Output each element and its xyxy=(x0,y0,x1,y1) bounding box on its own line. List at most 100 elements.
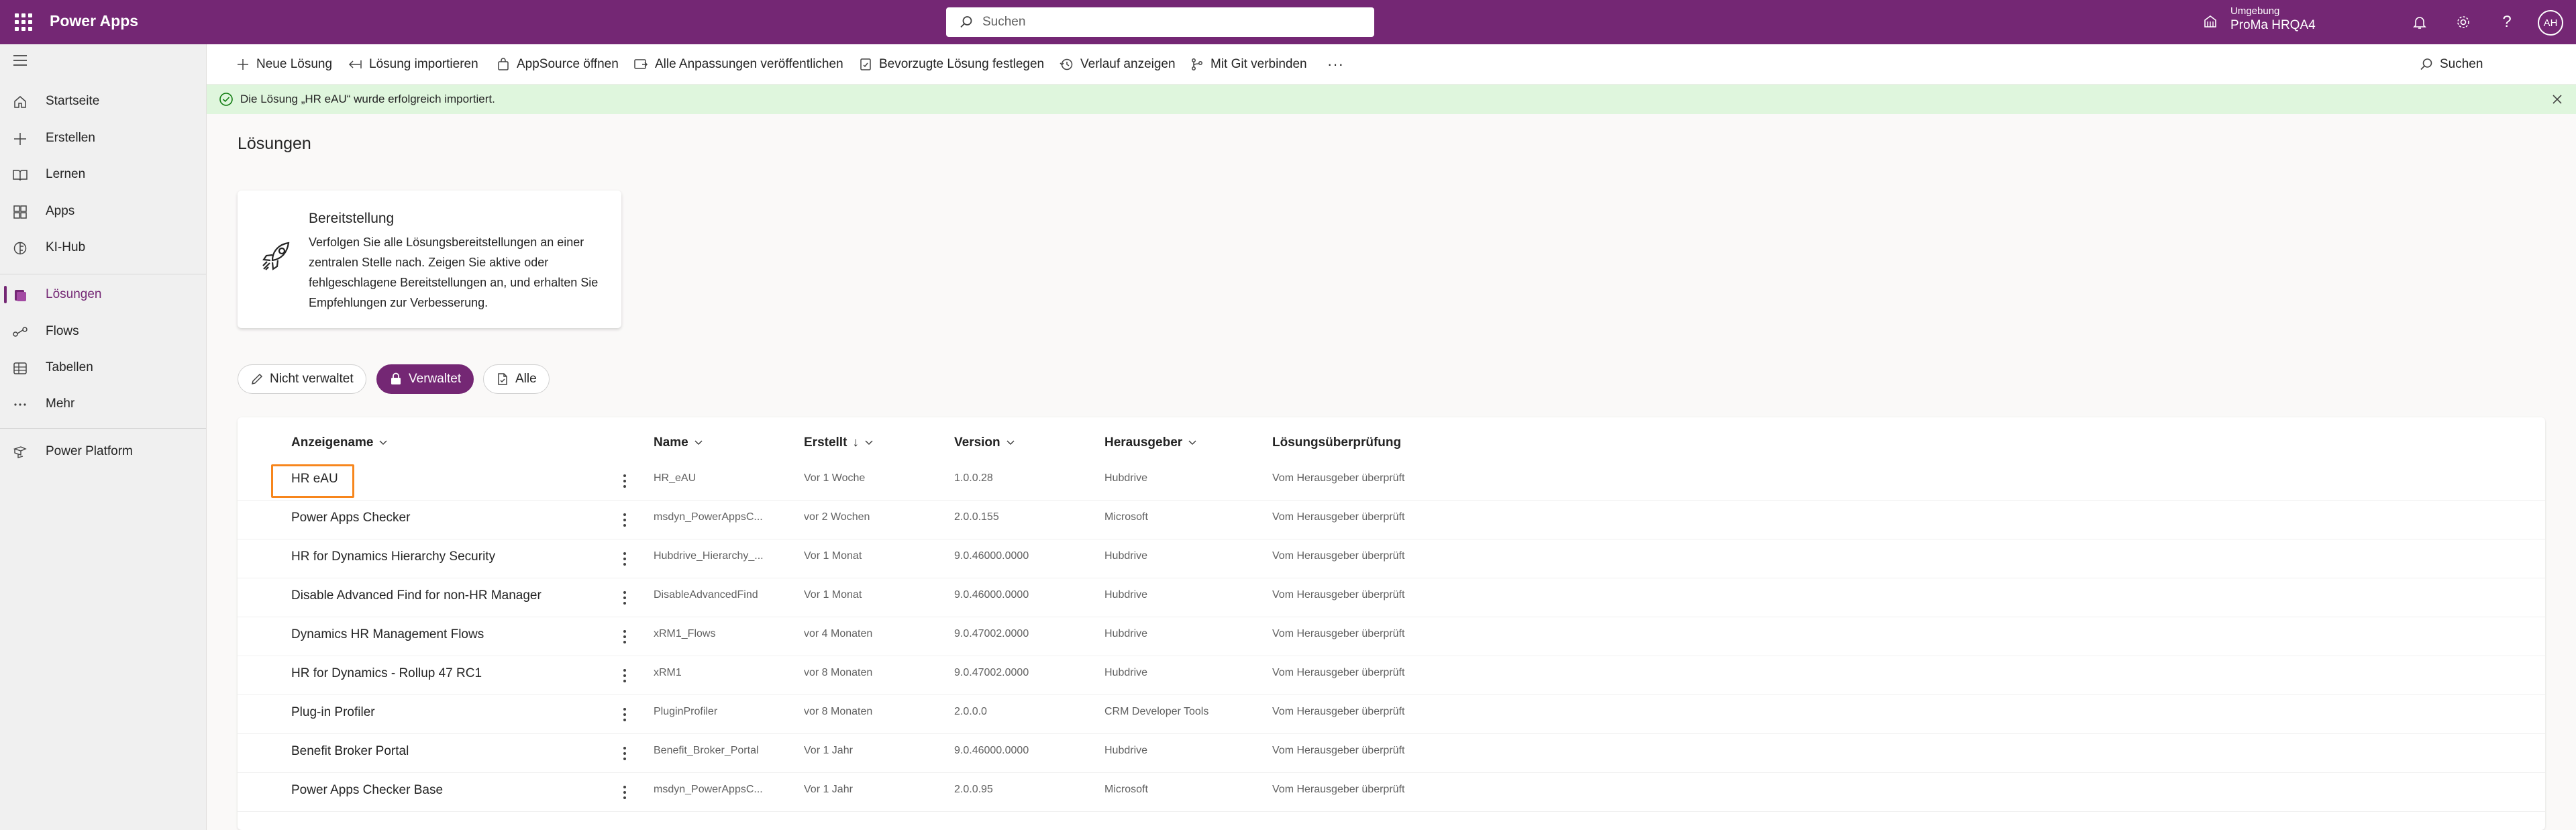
show-history-button[interactable]: Verlauf anzeigen xyxy=(1059,54,1176,75)
row-display-name[interactable]: Power Apps Checker xyxy=(291,511,410,525)
nav-item-ki-hub[interactable]: KI-Hub xyxy=(0,232,206,263)
git-branch-icon xyxy=(1192,58,1202,70)
nav-item-apps[interactable]: Apps xyxy=(0,196,206,227)
search-icon xyxy=(960,16,972,28)
row-publisher: Microsoft xyxy=(1104,784,1148,795)
new-solution-label: Neue Lösung xyxy=(256,57,333,71)
column-header-version[interactable]: Version xyxy=(954,433,1015,452)
nav-item-loesungen[interactable]: Lösungen xyxy=(0,279,206,310)
column-header-name[interactable]: Name xyxy=(654,433,703,452)
nav-item-startseite[interactable]: Startseite xyxy=(0,86,206,117)
app-title[interactable]: Power Apps xyxy=(50,12,138,30)
nav-item-flows[interactable]: Flows xyxy=(0,316,206,347)
row-created: vor 8 Monaten xyxy=(804,706,873,717)
row-more-actions-icon[interactable] xyxy=(620,510,629,530)
plus-icon xyxy=(12,131,28,147)
table-row[interactable]: Power Apps Checker msdyn_PowerAppsC... v… xyxy=(238,501,2545,539)
connect-git-label: Mit Git verbinden xyxy=(1210,57,1307,71)
table-row[interactable]: HR eAU HR_eAU Vor 1 Woche 1.0.0.28 Hubdr… xyxy=(238,462,2545,501)
nav-label: Apps xyxy=(46,204,75,218)
more-commands-button[interactable]: ··· xyxy=(1327,54,1344,75)
new-solution-button[interactable]: Neue Lösung xyxy=(236,54,332,75)
table-row[interactable]: Benefit Broker Portal Benefit_Broker_Por… xyxy=(238,734,2545,773)
row-publisher: Hubdrive xyxy=(1104,589,1148,601)
nav-item-mehr[interactable]: Mehr xyxy=(0,388,206,419)
column-header-display-name[interactable]: Anzeigename xyxy=(291,433,388,452)
column-header-solution-check[interactable]: Lösungsüberprüfung xyxy=(1272,433,1401,452)
row-unique-name: Hubdrive_Hierarchy_... xyxy=(654,550,764,562)
row-more-actions-icon[interactable] xyxy=(620,666,629,686)
grid-search-button[interactable]: Suchen xyxy=(2420,54,2483,75)
row-display-name[interactable]: Power Apps Checker Base xyxy=(291,783,443,798)
help-icon[interactable]: ? xyxy=(2496,11,2518,33)
table-row[interactable]: Plug-in Profiler PluginProfiler vor 8 Mo… xyxy=(238,695,2545,734)
row-more-actions-icon[interactable] xyxy=(620,627,629,647)
hamburger-menu-icon[interactable] xyxy=(12,54,28,70)
grid-search-label: Suchen xyxy=(2440,57,2483,71)
publish-all-button[interactable]: Alle Anpassungen veröffentlichen xyxy=(633,54,843,75)
table-row[interactable]: Disable Advanced Find for non-HR Manager… xyxy=(238,578,2545,617)
notifications-icon[interactable] xyxy=(2409,11,2430,33)
connect-git-button[interactable]: Mit Git verbinden xyxy=(1190,54,1307,75)
global-search-input[interactable]: Suchen xyxy=(946,7,1374,37)
row-more-actions-icon[interactable] xyxy=(620,705,629,725)
row-display-name[interactable]: Plug-in Profiler xyxy=(291,705,375,720)
row-version: 2.0.0.0 xyxy=(954,706,987,717)
solutions-grid: Anzeigename Name Erstellt ↓ Version Hera… xyxy=(238,417,2545,830)
column-header-label: Name xyxy=(654,435,688,450)
solutions-icon xyxy=(12,287,28,303)
row-display-name[interactable]: HR for Dynamics - Rollup 47 RC1 xyxy=(291,666,482,681)
deployment-card[interactable]: Bereitstellung Verfolgen Sie alle Lösung… xyxy=(238,191,621,328)
appsource-button[interactable]: AppSource öffnen xyxy=(497,54,619,75)
row-more-actions-icon[interactable] xyxy=(620,782,629,802)
table-row[interactable]: HR for Dynamics - Rollup 47 RC1 xRM1 vor… xyxy=(238,656,2545,695)
row-version: 1.0.0.28 xyxy=(954,472,993,484)
nav-item-power-platform[interactable]: Power Platform xyxy=(0,436,206,467)
row-more-actions-icon[interactable] xyxy=(620,549,629,569)
row-display-name[interactable]: Disable Advanced Find for non-HR Manager xyxy=(291,588,542,603)
row-more-actions-icon[interactable] xyxy=(620,743,629,764)
import-solution-button[interactable]: Lösung importieren xyxy=(348,54,478,75)
plus-icon xyxy=(238,59,248,70)
nav-item-erstellen[interactable]: Erstellen xyxy=(0,123,206,154)
row-unique-name: xRM1_Flows xyxy=(654,628,716,639)
preferred-solution-button[interactable]: Bevorzugte Lösung festlegen xyxy=(859,54,1044,75)
filter-pill-unmanaged[interactable]: Nicht verwaltet xyxy=(238,364,366,394)
filter-pill-all[interactable]: Alle xyxy=(483,364,550,394)
filter-pill-label: Nicht verwaltet xyxy=(270,372,354,386)
chevron-down-icon xyxy=(1188,440,1196,446)
table-row[interactable]: Dynamics HR Management Flows xRM1_Flows … xyxy=(238,617,2545,656)
nav-label: Lösungen xyxy=(46,287,102,301)
more-commands-label: ··· xyxy=(1327,56,1344,72)
row-display-name[interactable]: HR for Dynamics Hierarchy Security xyxy=(291,550,495,564)
row-more-actions-icon[interactable] xyxy=(620,471,629,491)
row-unique-name: Benefit_Broker_Portal xyxy=(654,745,759,756)
table-row[interactable]: Power Apps Checker Base msdyn_PowerAppsC… xyxy=(238,773,2545,812)
close-icon[interactable] xyxy=(2552,94,2563,105)
user-avatar[interactable]: AH xyxy=(2538,10,2563,36)
environment-picker[interactable]: Umgebung ProMa HRQA4 xyxy=(2202,5,2316,34)
row-display-name[interactable]: Dynamics HR Management Flows xyxy=(291,627,484,642)
column-header-label: Anzeigename xyxy=(291,435,374,450)
row-created: vor 8 Monaten xyxy=(804,667,873,678)
row-version: 9.0.46000.0000 xyxy=(954,745,1029,756)
chevron-down-icon xyxy=(1007,440,1015,446)
row-solution-check: Vom Herausgeber überprüft xyxy=(1272,589,1405,601)
row-unique-name: xRM1 xyxy=(654,667,682,678)
nav-item-lernen[interactable]: Lernen xyxy=(0,159,206,190)
row-version: 9.0.46000.0000 xyxy=(954,589,1029,601)
nav-item-tabellen[interactable]: Tabellen xyxy=(0,352,206,383)
settings-gear-icon[interactable] xyxy=(2453,11,2474,33)
row-display-name[interactable]: Benefit Broker Portal xyxy=(291,744,409,759)
row-unique-name: msdyn_PowerAppsC... xyxy=(654,511,763,523)
column-header-created[interactable]: Erstellt ↓ xyxy=(804,433,874,452)
column-header-publisher[interactable]: Herausgeber xyxy=(1104,433,1197,452)
row-more-actions-icon[interactable] xyxy=(620,588,629,608)
environment-name: ProMa HRQA4 xyxy=(2230,18,2316,32)
document-icon xyxy=(498,373,507,385)
filter-pill-managed[interactable]: Verwaltet xyxy=(376,364,474,394)
row-display-name[interactable]: HR eAU xyxy=(291,472,338,486)
table-row[interactable]: HR for Dynamics Hierarchy Security Hubdr… xyxy=(238,539,2545,578)
app-launcher-icon[interactable] xyxy=(15,13,32,31)
column-header-label: Herausgeber xyxy=(1104,435,1183,450)
